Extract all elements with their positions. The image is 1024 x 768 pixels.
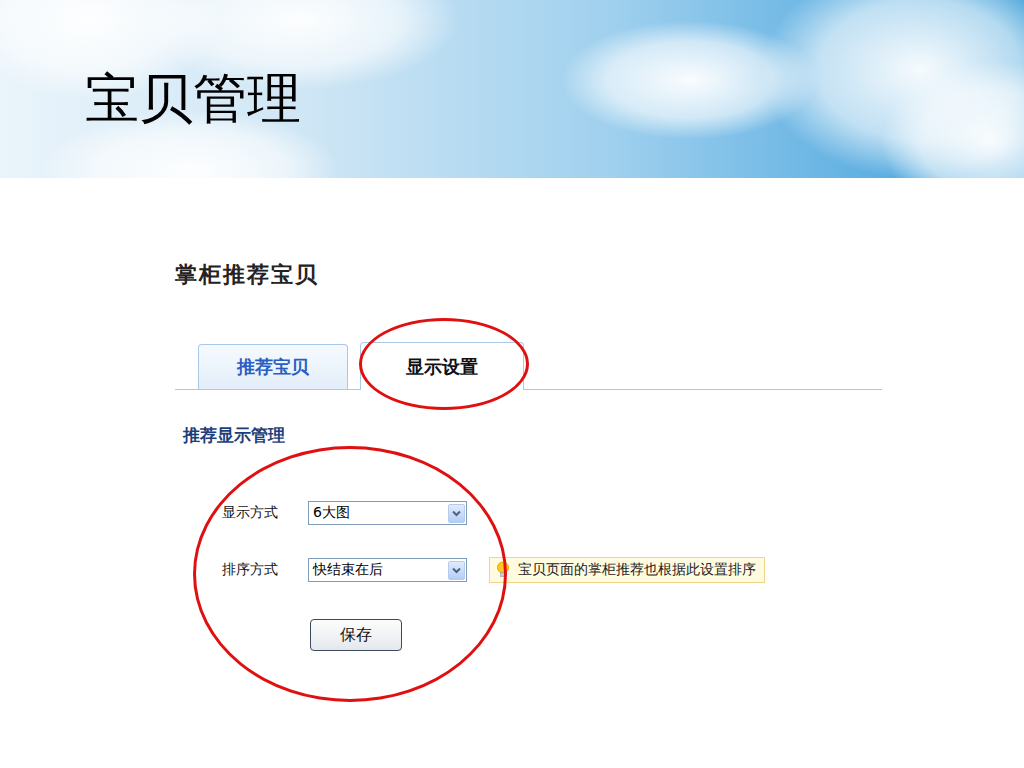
tab-label: 显示设置 (406, 355, 478, 379)
button-row: 保存 (175, 619, 1024, 651)
hint-text: 宝贝页面的掌柜推荐也根据此设置排序 (518, 561, 756, 579)
dropdown-arrow[interactable] (448, 561, 465, 580)
hint-box: 宝贝页面的掌柜推荐也根据此设置排序 (489, 557, 765, 583)
dropdown[interactable]: 6大图 (308, 501, 467, 525)
lightbulb-icon (496, 561, 510, 579)
slide-title: 宝贝管理 (85, 43, 301, 136)
settings-form: 显示方式 6大图排序方式快结束在后 宝贝页面的掌柜推荐也根据此设置排序 (175, 501, 1024, 583)
cloud-decoration (880, 60, 1024, 178)
annotation-circle (359, 318, 529, 410)
section-title: 推荐显示管理 (183, 424, 1024, 447)
chevron-down-icon (452, 510, 461, 517)
cloud-decoration (560, 20, 820, 140)
chevron-down-icon (452, 567, 461, 574)
dropdown-arrow[interactable] (448, 504, 465, 523)
annotation-circle (193, 446, 507, 702)
form-row: 排序方式快结束在后 宝贝页面的掌柜推荐也根据此设置排序 (222, 557, 1024, 583)
tab-bar: 推荐宝贝 显示设置 (175, 342, 882, 390)
form-row: 显示方式 6大图 (222, 501, 1024, 525)
dropdown-value: 快结束在后 (313, 561, 383, 579)
field-label: 显示方式 (222, 504, 302, 522)
tab[interactable]: 显示设置 (360, 342, 524, 390)
save-button[interactable]: 保存 (310, 619, 402, 651)
cloud-decoration (760, 0, 1024, 178)
recommend-panel: 掌柜推荐宝贝推荐宝贝 显示设置推荐显示管理显示方式 6大图排序方式快结束在后 宝贝页面… (0, 178, 1024, 651)
slide-header: 宝贝管理 (0, 0, 1024, 178)
tab-label: 推荐宝贝 (237, 355, 309, 379)
dropdown-value: 6大图 (313, 504, 350, 522)
tab[interactable]: 推荐宝贝 (198, 344, 348, 389)
dropdown[interactable]: 快结束在后 (308, 558, 467, 582)
panel-title: 掌柜推荐宝贝 (175, 260, 1024, 290)
field-label: 排序方式 (222, 561, 302, 579)
